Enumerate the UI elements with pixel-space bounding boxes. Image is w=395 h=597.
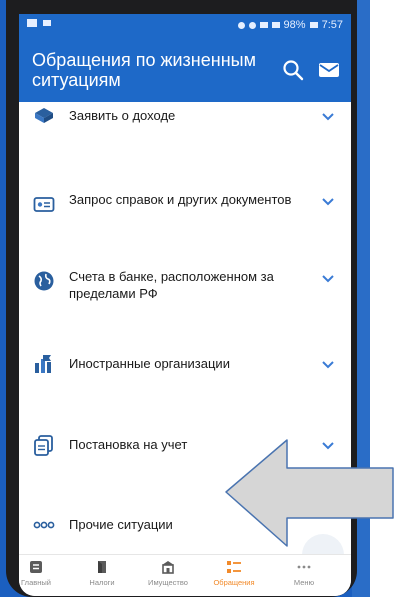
list-item-label: Прочие ситуации: [69, 517, 173, 532]
coin-stack-icon: [35, 108, 53, 123]
phone-screen: 98% 7:57 Обращения по жизненным ситуация…: [19, 14, 351, 596]
bottom-tab-bar: Главный Налоги Имущество Обращения Меню: [19, 554, 351, 596]
tab-taxes[interactable]: Налоги: [72, 559, 132, 587]
status-bar: 98% 7:57: [19, 14, 351, 38]
status-right-icons: 98% 7:57: [237, 19, 343, 31]
list-item-income[interactable]: Заявить о доходе: [19, 102, 351, 179]
tab-label: Имущество: [148, 578, 188, 587]
search-button[interactable]: [281, 58, 305, 82]
tax-icon: [98, 561, 106, 573]
list-item-foreign-orgs[interactable]: Иностранные организации: [19, 333, 351, 410]
notification-icon: [43, 20, 51, 26]
list-item-label: Постановка на учет: [69, 437, 188, 452]
situations-list: Заявить о доходе Запрос справок и других…: [19, 102, 351, 564]
document-copy-icon: [34, 435, 53, 456]
messages-button[interactable]: [317, 58, 341, 82]
tab-property[interactable]: Имущество: [138, 559, 198, 587]
list-item-label: Иностранные организации: [69, 356, 230, 371]
list-item-certificates[interactable]: Запрос справок и других документов: [19, 179, 351, 256]
search-icon: [283, 60, 304, 81]
page-title: Обращения по жизненным ситуациям: [32, 50, 256, 90]
menu-dots-icon: [297, 565, 311, 569]
envelope-icon: [319, 63, 339, 77]
tab-label: Меню: [293, 578, 315, 587]
tab-label: Обращения: [213, 578, 255, 587]
chevron-down-icon: [322, 198, 334, 206]
battery-icon: [309, 22, 318, 28]
status-time: 7:57: [321, 19, 343, 31]
globe-icon: [34, 271, 54, 291]
notification-icon: [27, 19, 37, 27]
list-item-label: Заявить о доходе: [69, 108, 176, 123]
phone-frame: 98% 7:57 Обращения по жизненным ситуация…: [6, 0, 357, 597]
signal-icon: [271, 22, 280, 28]
requests-icon: [227, 561, 241, 573]
chevron-down-icon: [322, 275, 334, 283]
nfc-icon: [248, 21, 256, 29]
app-bar: Обращения по жизненным ситуациям: [19, 38, 351, 102]
home-icon: [30, 561, 42, 573]
tab-requests[interactable]: Обращения: [204, 559, 264, 587]
tab-menu[interactable]: Меню: [274, 559, 334, 587]
property-icon: [162, 561, 174, 574]
list-item-foreign-bank[interactable]: Счета в банке, расположенном за пределам…: [19, 256, 351, 333]
list-item-label: Счета в банке, расположенном за пределам…: [69, 269, 274, 301]
id-card-icon: [33, 197, 55, 212]
battery-text: 98%: [283, 19, 306, 31]
list-item-registration[interactable]: Постановка на учет: [19, 410, 351, 487]
wifi-icon: [259, 22, 268, 28]
list-item-label: Запрос справок и других документов: [69, 192, 292, 207]
bluetooth-icon: [237, 21, 245, 29]
chevron-down-icon: [322, 361, 334, 369]
tab-label: Главный: [21, 578, 51, 587]
background-margin: [370, 0, 395, 597]
tab-home[interactable]: Главный: [19, 559, 66, 587]
flag-building-icon: [35, 355, 51, 373]
tab-label: Налоги: [89, 578, 115, 587]
chevron-down-icon: [322, 442, 334, 450]
chevron-down-icon: [322, 113, 334, 121]
status-left-icons: [27, 19, 51, 27]
more-dots-icon: [33, 521, 55, 529]
